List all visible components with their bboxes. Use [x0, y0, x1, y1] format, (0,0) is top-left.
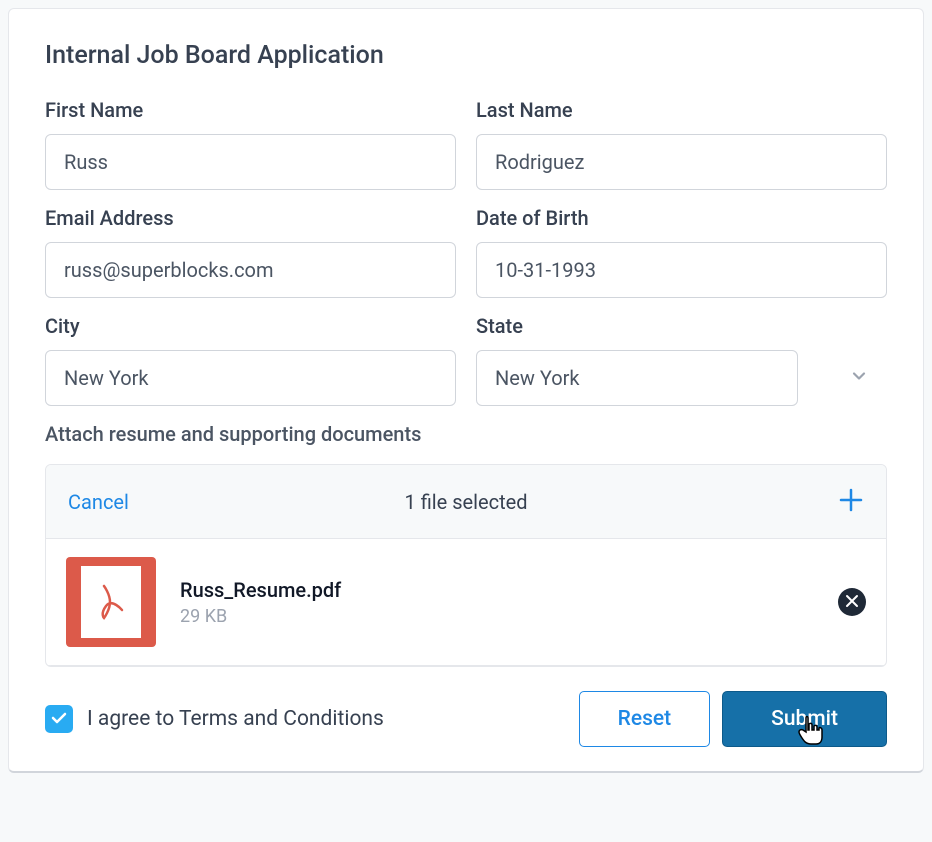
last-name-group: Last Name [476, 98, 887, 190]
submit-button-label: Submit [771, 707, 838, 731]
file-cancel-button[interactable]: Cancel [68, 490, 129, 514]
email-group: Email Address [45, 206, 456, 298]
attach-label: Attach resume and supporting documents [45, 422, 887, 446]
file-count-text: 1 file selected [404, 490, 527, 514]
dob-label: Date of Birth [476, 206, 887, 230]
first-name-group: First Name [45, 98, 456, 190]
form-title: Internal Job Board Application [45, 41, 887, 70]
file-item: Russ_Resume.pdf 29 KB [46, 539, 886, 666]
terms-checkbox-wrap: I agree to Terms and Conditions [45, 705, 384, 733]
row-city-state: City State [45, 314, 887, 406]
reset-button[interactable]: Reset [579, 691, 711, 747]
plus-icon [838, 487, 864, 516]
email-label: Email Address [45, 206, 456, 230]
first-name-input[interactable] [45, 134, 456, 190]
pdf-inner [81, 566, 141, 638]
add-file-button[interactable] [838, 487, 864, 516]
file-upload-header: Cancel 1 file selected [46, 465, 886, 539]
last-name-label: Last Name [476, 98, 887, 122]
file-upload-section: Cancel 1 file selected [45, 464, 887, 667]
row-email-dob: Email Address Date of Birth [45, 206, 887, 298]
close-icon [845, 594, 859, 611]
email-input[interactable] [45, 242, 456, 298]
last-name-input[interactable] [476, 134, 887, 190]
state-label: State [476, 314, 887, 338]
dob-input[interactable] [476, 242, 887, 298]
first-name-label: First Name [45, 98, 456, 122]
file-size: 29 KB [180, 606, 814, 627]
application-form-card: Internal Job Board Application First Nam… [8, 8, 924, 773]
button-group: Reset Submit [579, 691, 887, 747]
state-group: State [476, 314, 887, 406]
remove-file-button[interactable] [838, 588, 866, 616]
city-input[interactable] [45, 350, 456, 406]
row-name: First Name Last Name [45, 98, 887, 190]
terms-checkbox[interactable] [45, 705, 73, 733]
file-header-inner: Cancel 1 file selected [68, 487, 864, 516]
city-label: City [45, 314, 456, 338]
file-name: Russ_Resume.pdf [180, 578, 814, 602]
terms-label: I agree to Terms and Conditions [87, 707, 384, 731]
dob-group: Date of Birth [476, 206, 887, 298]
pdf-file-icon [66, 557, 156, 647]
check-icon [50, 709, 68, 730]
city-group: City [45, 314, 456, 406]
form-footer: I agree to Terms and Conditions Reset Su… [45, 691, 887, 747]
chevron-down-icon [849, 366, 869, 390]
state-select-wrapper[interactable] [476, 350, 887, 406]
submit-button[interactable]: Submit [722, 691, 887, 747]
state-select[interactable] [476, 350, 798, 406]
file-info: Russ_Resume.pdf 29 KB [180, 578, 814, 627]
